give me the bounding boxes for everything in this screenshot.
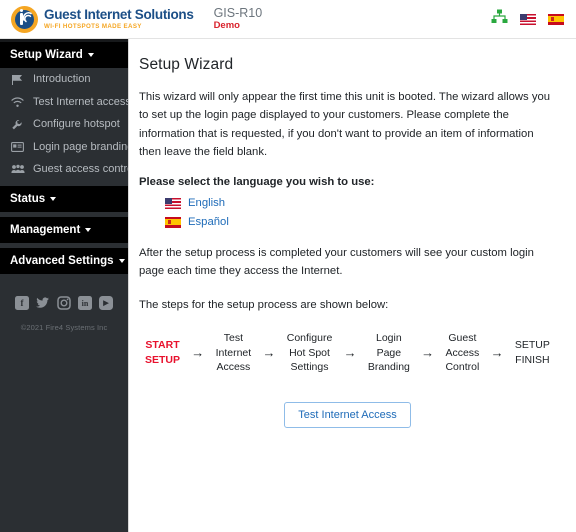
us-flag-icon[interactable] [520,13,536,25]
id-card-icon [11,142,26,152]
chevron-down-icon [50,197,57,201]
sidebar-section-setup-wizard[interactable]: Setup Wizard [0,42,128,68]
wrench-icon [11,119,26,131]
brand-logo[interactable]: Guest Internet Solutions WI-FI HOTSPOTS … [11,5,194,33]
after-setup-paragraph: After the setup process is completed you… [139,247,534,278]
social-links: f in ▶ [0,296,128,310]
instagram-icon[interactable] [57,296,71,310]
linkedin-icon[interactable]: in [78,296,92,310]
header-actions [491,9,564,29]
sidebar-item-label: Configure hotspot [33,118,120,130]
youtube-icon[interactable]: ▶ [99,296,113,310]
facebook-icon[interactable]: f [15,296,29,310]
sidebar-item-label: Introduction [33,73,91,85]
us-flag-icon [165,197,181,209]
guest-internet-logo-icon [11,5,38,33]
unit-model: GIS-R10 [213,5,263,20]
sidebar-item-configure-hotspot[interactable]: Configure hotspot [0,113,128,136]
copyright-text: ©2021 Fire4 Systems Inc [20,323,108,332]
sidebar-item-test-internet-access[interactable]: Test Internet access [0,91,131,113]
unit-mode-badge: Demo [213,20,240,32]
arrow-right-icon: → [191,345,205,361]
intro-paragraph: This wizard will only appear the first t… [139,91,551,158]
logo-tagline: WI-FI HOTSPOTS MADE EASY [44,22,142,30]
spain-flag-icon [165,216,181,228]
sidebar: Setup Wizard Introduction Test Internet … [0,39,136,532]
page-title: Setup Wizard [139,56,234,73]
wifi-icon [11,96,26,108]
step-test-internet-access: Test Internet Access [215,332,252,374]
logo-title: Guest Internet Solutions [44,7,194,23]
twitter-icon[interactable] [36,296,50,310]
step-start-setup: START SETUP [145,339,181,366]
sidebar-section-label: Management [10,224,81,236]
steps-intro-text: The steps for the setup process are show… [139,298,389,311]
step-login-page-branding: Login Page Branding [367,332,410,374]
language-option-espanol[interactable]: Español [165,216,556,228]
sidebar-section-label: Status [10,193,46,205]
arrow-right-icon: → [262,345,276,361]
sidebar-item-guest-access-control[interactable]: Guest access control [0,158,136,180]
network-sitemap-icon[interactable] [491,9,508,29]
unit-info: GIS-R10 Demo [214,6,263,32]
chevron-down-icon [85,228,92,232]
language-link[interactable]: English [188,197,225,209]
step-configure-hot-spot-settings: Configure Hot Spot Settings [286,332,333,374]
arrow-right-icon: → [421,345,435,361]
sidebar-section-label: Advanced Settings [10,255,114,267]
sidebar-item-introduction[interactable]: Introduction [0,68,128,91]
chevron-down-icon [118,259,125,263]
wifi-waves-icon [22,11,35,29]
sidebar-item-label: Test Internet access [33,95,131,108]
sidebar-section-status[interactable]: Status [0,186,128,212]
step-guest-access-control: Guest Access Control [445,332,480,374]
app-root: Guest Internet Solutions WI-FI HOTSPOTS … [0,0,576,532]
users-icon [11,164,26,174]
sidebar-section-management[interactable]: Management [0,217,128,243]
spain-flag-icon[interactable] [548,13,564,25]
action-row: Test Internet Access [139,401,556,428]
arrow-right-icon: → [490,345,504,361]
sidebar-section-label: Setup Wizard [10,49,83,61]
sidebar-section-advanced-settings[interactable]: Advanced Settings [0,248,128,274]
chevron-down-icon [87,53,94,57]
language-heading: Please select the language you wish to u… [139,176,375,189]
sidebar-item-label: Login page branding [33,140,134,153]
flag-icon [11,74,26,86]
language-link[interactable]: Español [188,216,229,228]
language-list: English Español [165,197,556,228]
sidebar-item-label: Guest access control [33,162,136,175]
arrow-right-icon: → [343,345,357,361]
step-setup-finish: SETUP FINISH [514,339,550,366]
sidebar-item-login-page-branding[interactable]: Login page branding [0,136,133,158]
test-internet-access-button[interactable]: Test Internet Access [284,401,411,428]
setup-steps-flow: START SETUP → Test Internet Access → Con… [145,331,550,374]
top-header-bar: Guest Internet Solutions WI-FI HOTSPOTS … [0,0,576,39]
language-option-english[interactable]: English [165,197,556,209]
main-content: Setup Wizard This wizard will only appea… [128,39,576,532]
